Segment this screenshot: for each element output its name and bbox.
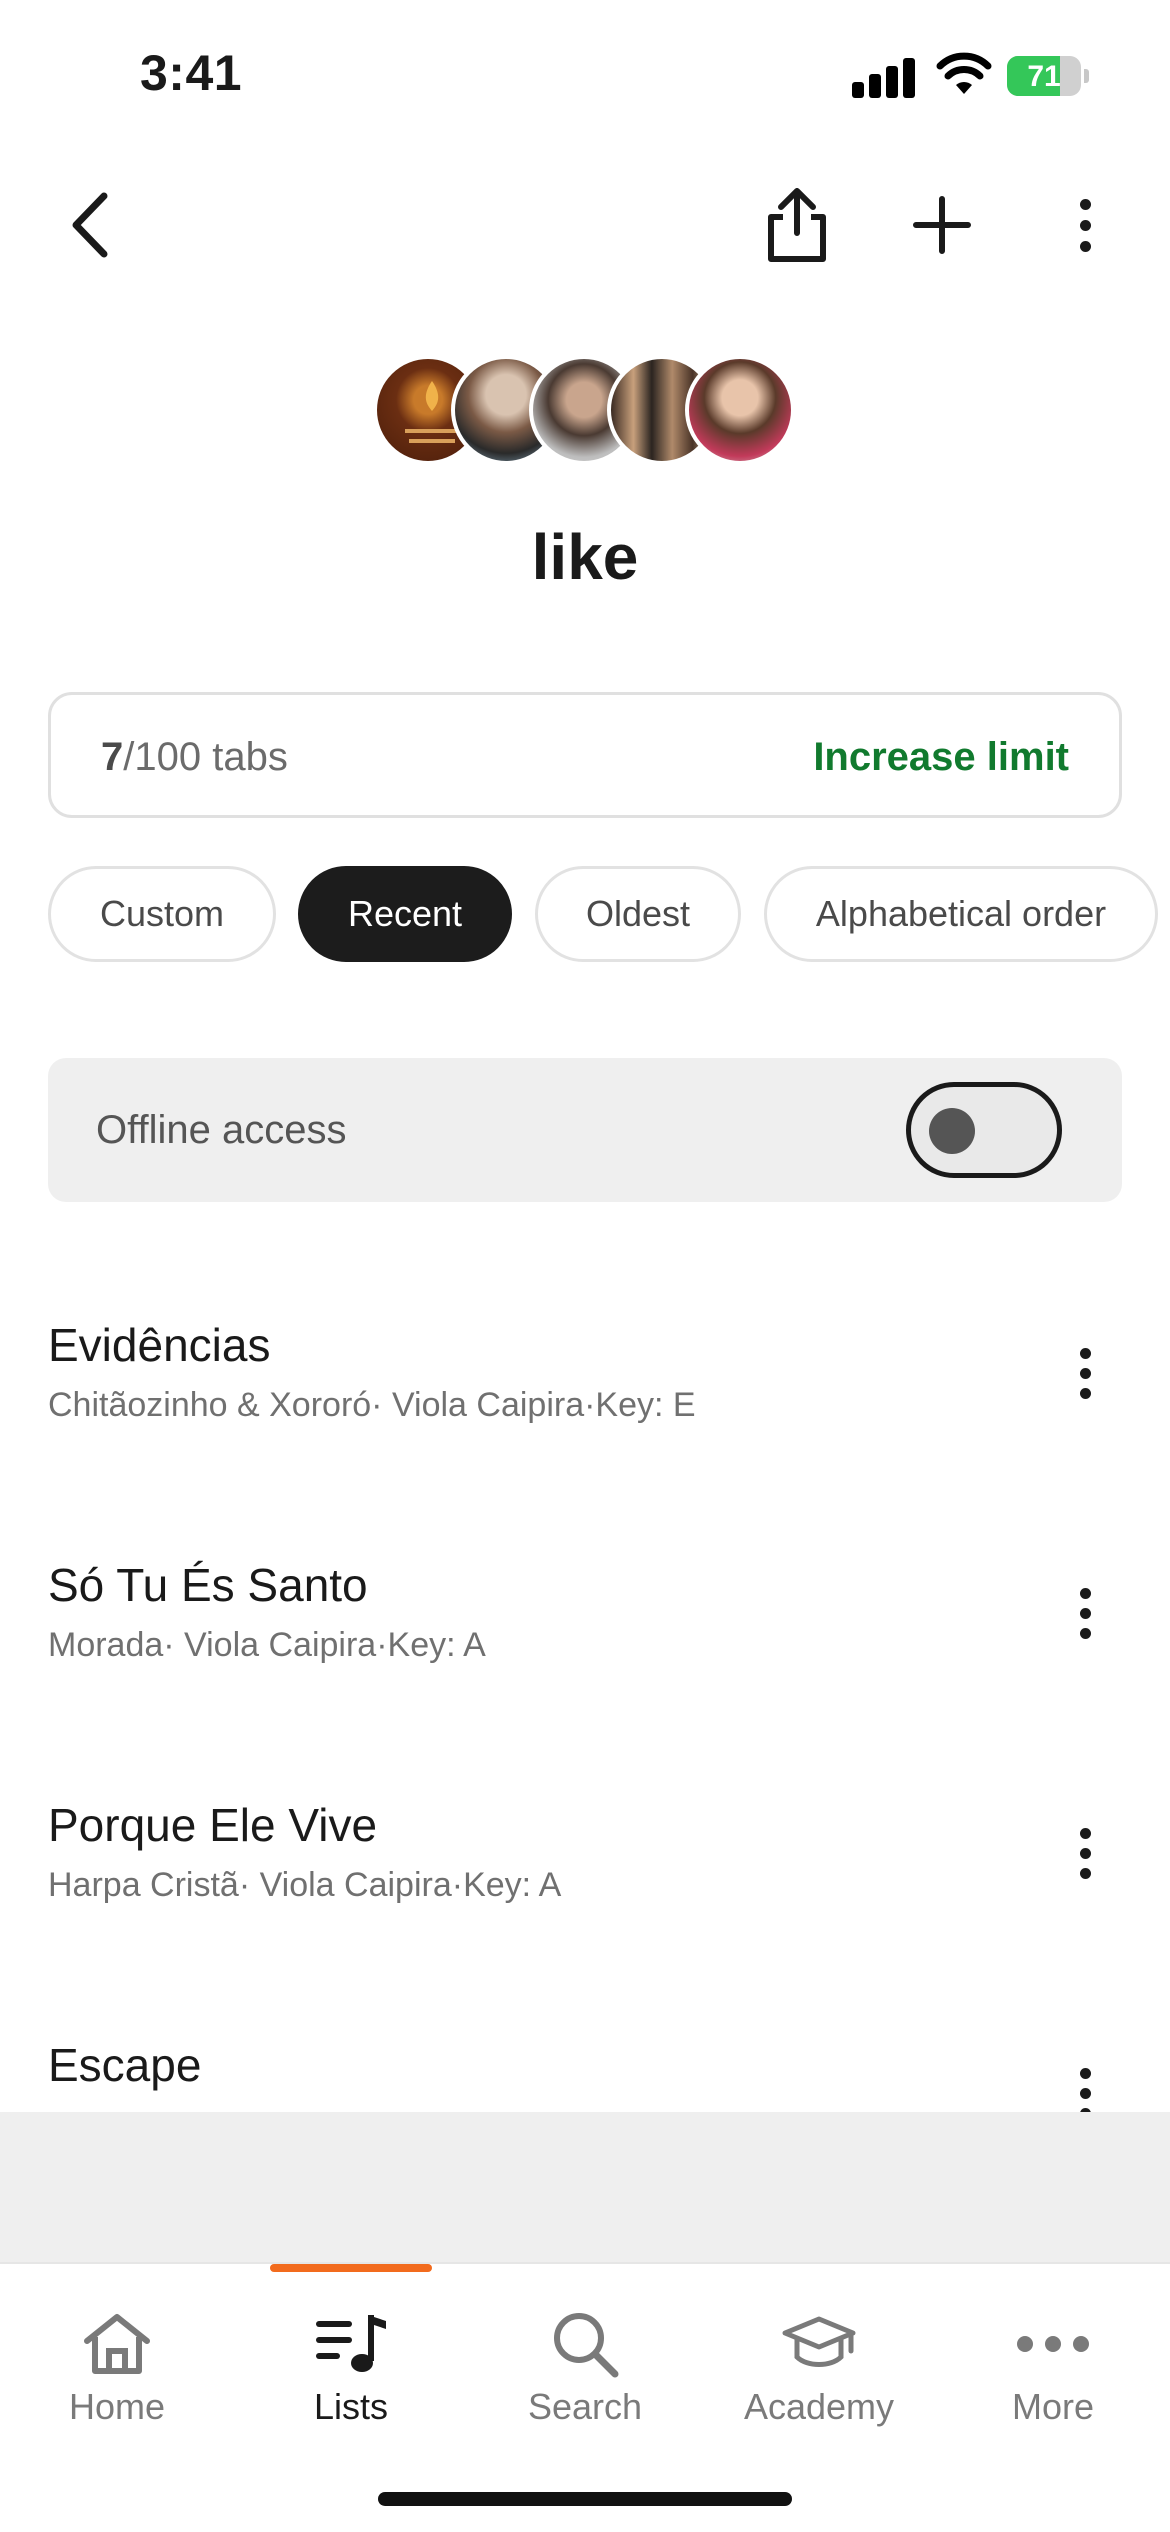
home-indicator: [378, 2492, 792, 2506]
sort-chip-recent[interactable]: Recent: [298, 866, 512, 962]
chevron-left-icon: [72, 192, 108, 258]
song-options-button[interactable]: [1050, 1338, 1120, 1408]
song-meta: Morada· Viola Caipira·Key: A: [48, 1626, 486, 1664]
search-icon: [554, 2313, 619, 2378]
tab-count-total: /100 tabs: [123, 735, 288, 779]
graduation-cap-icon: [782, 2316, 856, 2367]
list-item[interactable]: Escape: [0, 2038, 1170, 2112]
song-title: Escape: [48, 2039, 202, 2091]
toggle-knob: [929, 1108, 975, 1154]
tab-bar: Home Lists Search Academy More: [0, 2262, 1170, 2532]
song-options-button[interactable]: [1050, 2058, 1120, 2112]
status-time: 3:41: [140, 45, 243, 101]
list-item[interactable]: Porque Ele Vive Harpa Cristã· Viola Caip…: [0, 1798, 1170, 1998]
tab-home[interactable]: Home: [0, 2294, 234, 2444]
song-meta: Chitãozinho & Xororó· Viola Caipira·Key:…: [48, 1386, 696, 1424]
battery-level: 71: [1027, 60, 1061, 93]
list-item[interactable]: Só Tu És Santo Morada· Viola Caipira·Key…: [0, 1558, 1170, 1758]
avatar: [685, 355, 795, 465]
cellular-signal-icon: [852, 58, 916, 98]
sort-chip-custom[interactable]: Custom: [48, 866, 276, 962]
battery-icon: 71: [1007, 56, 1089, 96]
tab-label: Home: [68, 2386, 166, 2427]
tab-count-value: 7: [101, 735, 124, 779]
list-item[interactable]: Evidências Chitãozinho & Xororó· Viola C…: [0, 1318, 1170, 1518]
artist-avatars: [373, 355, 795, 465]
kebab-icon: [1079, 198, 1091, 252]
tab-academy[interactable]: Academy: [702, 2294, 936, 2444]
song-title: Evidências: [48, 1319, 271, 1371]
more-options-button[interactable]: [1040, 180, 1130, 270]
wifi-icon: [936, 52, 992, 94]
list-title: like: [531, 521, 639, 593]
tab-count: 7/100 tabs: [101, 735, 288, 780]
song-title: Porque Ele Vive: [48, 1799, 378, 1851]
song-options-button[interactable]: [1050, 1818, 1120, 1888]
bottom-panel: [0, 2112, 1170, 2262]
share-icon: [768, 188, 826, 262]
home-icon: [84, 2314, 150, 2374]
tab-more[interactable]: More: [936, 2294, 1170, 2444]
share-button[interactable]: [752, 180, 842, 270]
status-bar: 3:41 71: [0, 0, 1170, 150]
offline-access-toggle[interactable]: [906, 1082, 1062, 1178]
offline-access-label: Offline access: [96, 1108, 347, 1152]
active-tab-indicator: [270, 2264, 432, 2272]
tab-label: Lists: [313, 2386, 389, 2427]
lists-icon: [316, 2315, 386, 2372]
song-title: Só Tu És Santo: [48, 1559, 368, 1611]
sort-chip-oldest[interactable]: Oldest: [535, 866, 741, 962]
back-button[interactable]: [44, 180, 134, 270]
more-icon: [1017, 2336, 1089, 2352]
song-options-button[interactable]: [1050, 1578, 1120, 1648]
plus-icon: [913, 196, 971, 254]
add-tab-button[interactable]: [897, 180, 987, 270]
song-meta: Harpa Cristã· Viola Caipira·Key: A: [48, 1866, 562, 1904]
tab-limit-box: 7/100 tabs Increase limit: [48, 692, 1122, 818]
offline-access-row: Offline access: [48, 1058, 1122, 1202]
tab-label: Search: [527, 2386, 643, 2427]
increase-limit-link[interactable]: Increase limit: [813, 735, 1069, 780]
sort-chip-alphabetical[interactable]: Alphabetical order: [764, 866, 1158, 962]
tab-lists[interactable]: Lists: [234, 2294, 468, 2444]
tab-label: More: [1011, 2386, 1095, 2427]
tab-search[interactable]: Search: [468, 2294, 702, 2444]
tab-label: Academy: [743, 2386, 895, 2427]
